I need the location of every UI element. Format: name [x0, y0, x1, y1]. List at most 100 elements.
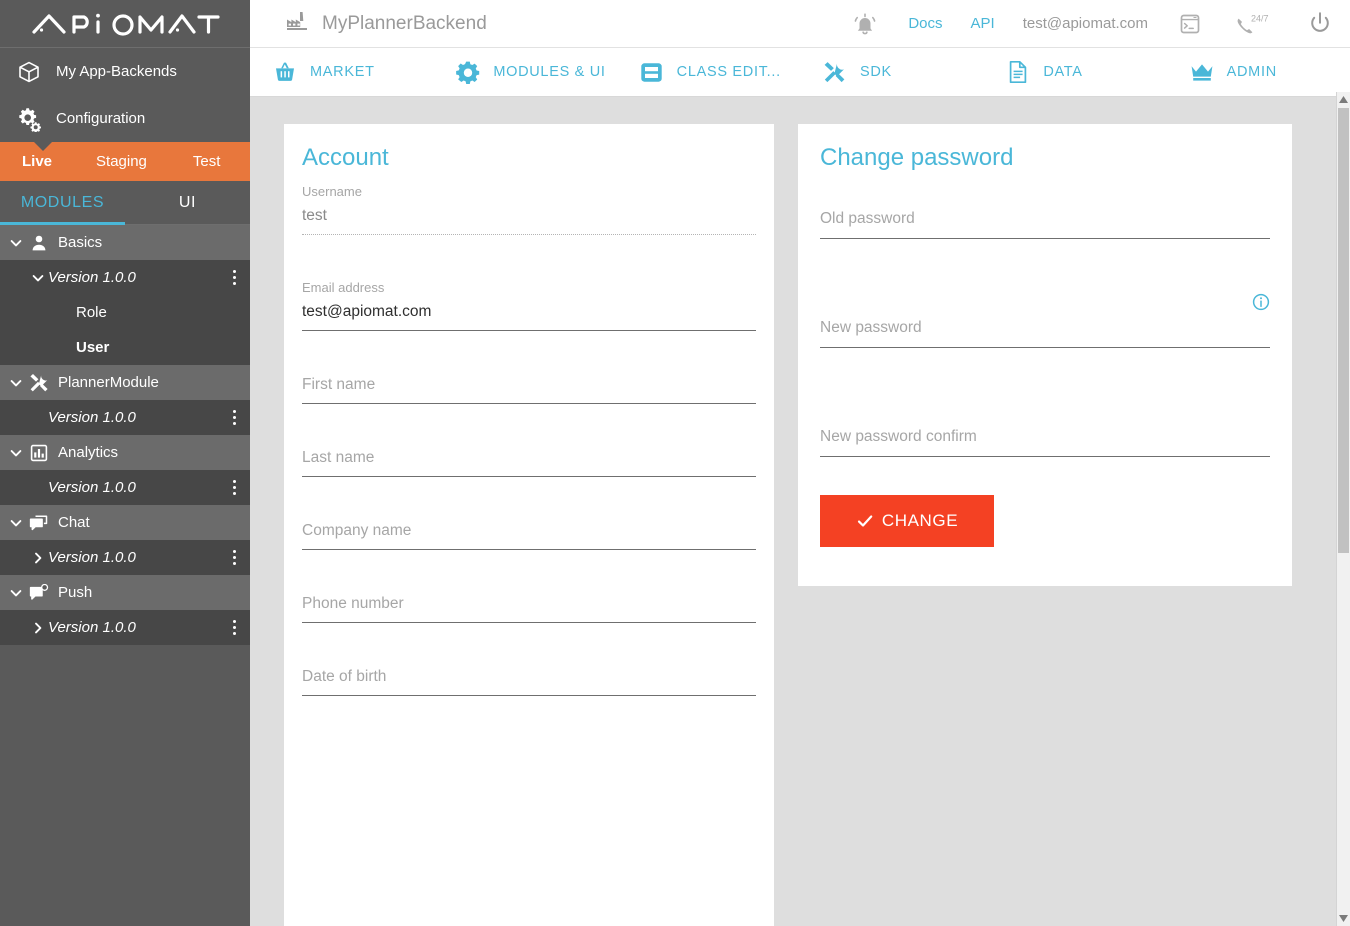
field-underline [302, 403, 756, 404]
sidebar-item-label: My App-Backends [56, 63, 177, 80]
user-email[interactable]: test@apiomat.com [1009, 15, 1162, 32]
row-menu-icon[interactable] [233, 610, 236, 645]
chevron-down-icon[interactable] [6, 583, 26, 603]
api-link[interactable]: API [957, 15, 1009, 32]
nav-item-label: CLASS EDIT... [676, 64, 781, 80]
tree-row-label: Basics [58, 234, 103, 251]
chevron-placeholder [28, 478, 48, 498]
header-actions: Docs API test@apiomat.com 24/7 [836, 10, 1350, 38]
document-icon [1005, 60, 1031, 84]
tree-row-label: User [76, 339, 110, 356]
tree-row[interactable]: Version 1.0.0 [0, 470, 250, 505]
tools-icon [822, 61, 848, 84]
field-underline [302, 476, 756, 477]
env-tab-staging[interactable]: Staging [92, 153, 151, 170]
tree-row[interactable]: PlannerModule [0, 365, 250, 400]
environment-selector: Live Staging Test [0, 142, 250, 181]
caret-down-icon[interactable] [1337, 911, 1350, 926]
password-info-icon[interactable] [1252, 293, 1270, 316]
field-underline [302, 695, 756, 696]
account-field: Phone number [302, 595, 756, 623]
field-underline [820, 238, 1270, 239]
nav-item-sdk[interactable]: SDK [800, 61, 983, 84]
row-menu-icon[interactable] [233, 260, 236, 295]
field-value[interactable]: test@apiomat.com [302, 303, 756, 321]
field-placeholder[interactable]: Date of birth [302, 668, 756, 686]
sidebar-item-configuration[interactable]: Configuration [0, 95, 250, 142]
tree-row-label: Version 1.0.0 [48, 479, 136, 496]
scrollbar-thumb[interactable] [1338, 108, 1349, 553]
nav-item-class-edit[interactable]: CLASS EDIT... [617, 61, 800, 84]
chevron-down-icon[interactable] [6, 443, 26, 463]
tab-modules[interactable]: MODULES [0, 181, 125, 225]
field-placeholder[interactable]: New password confirm [820, 428, 1270, 446]
field-placeholder[interactable]: Old password [820, 210, 1270, 228]
field-placeholder[interactable]: Last name [302, 449, 756, 467]
env-tab-test[interactable]: Test [189, 153, 225, 170]
terminal-icon[interactable] [1162, 12, 1218, 36]
change-password-card: Change password Old password New password… [798, 124, 1292, 586]
tree-row[interactable]: Basics [0, 225, 250, 260]
sidebar-item-my-app-backends[interactable]: My App-Backends [0, 48, 250, 95]
chevron-down-icon[interactable] [6, 233, 26, 253]
tree-row[interactable]: Version 1.0.0 [0, 400, 250, 435]
account-field: Company name [302, 522, 756, 550]
crown-icon [1189, 62, 1215, 82]
chevron-right-icon[interactable] [28, 618, 48, 638]
change-password-button[interactable]: CHANGE [820, 495, 994, 547]
app-backend-title[interactable]: MyPlannerBackend [286, 11, 487, 36]
nav-item-modules-ui[interactable]: MODULES & UI [433, 60, 616, 84]
account-field: Last name [302, 449, 756, 477]
change-password-button-label: CHANGE [881, 511, 959, 530]
env-tab-live[interactable]: Live [18, 153, 56, 170]
tree-row[interactable]: Chat [0, 505, 250, 540]
caret-up-icon[interactable] [1337, 92, 1350, 107]
nav-item-market[interactable]: MARKET [250, 60, 433, 84]
row-menu-icon[interactable] [233, 400, 236, 435]
push-icon [26, 583, 52, 602]
chevron-down-icon[interactable] [28, 268, 48, 288]
module-tree: Basics Version 1.0.0 Role User PlannerModule… [0, 225, 250, 645]
tree-row-label: Version 1.0.0 [48, 619, 136, 636]
field-underline [302, 549, 756, 550]
tree-row[interactable]: Version 1.0.0 [0, 610, 250, 645]
phone-24-7-icon[interactable]: 24/7 [1218, 12, 1290, 36]
nav-item-admin[interactable]: ADMIN [1167, 62, 1350, 82]
sidebar: My App-Backends Configuration Live Stagi… [0, 0, 250, 926]
table-icon [639, 61, 665, 84]
row-menu-icon[interactable] [233, 540, 236, 575]
tree-row[interactable]: Analytics [0, 435, 250, 470]
env-caret-icon [34, 142, 52, 151]
main-navigation: MARKET MODULES & UI CLASS EDIT... SDK DATA AD… [250, 48, 1350, 97]
nav-item-label: SDK [859, 64, 892, 80]
content-area: Account Username test Email address test@ap… [250, 98, 1338, 926]
nav-item-data[interactable]: DATA [983, 60, 1166, 84]
chevron-placeholder [56, 338, 76, 358]
tree-row[interactable]: Version 1.0.0 [0, 540, 250, 575]
field-value: test [302, 207, 327, 224]
field-placeholder[interactable]: Company name [302, 522, 756, 540]
field-placeholder[interactable]: Phone number [302, 595, 756, 613]
change-password-form: Old password New password New password con… [820, 210, 1270, 457]
logo[interactable] [0, 0, 250, 48]
field-placeholder[interactable]: First name [302, 376, 756, 394]
apiomat-logo-icon [32, 13, 220, 36]
chevron-placeholder [28, 408, 48, 428]
tree-row[interactable]: User [0, 330, 250, 365]
row-menu-icon[interactable] [233, 470, 236, 505]
field-placeholder[interactable]: New password [820, 319, 1270, 337]
field-underline [820, 456, 1270, 457]
chevron-down-icon[interactable] [6, 373, 26, 393]
docs-link[interactable]: Docs [894, 15, 956, 32]
power-icon[interactable] [1290, 10, 1350, 38]
tab-ui[interactable]: UI [125, 181, 250, 224]
tree-row[interactable]: Version 1.0.0 [0, 260, 250, 295]
bell-icon[interactable] [836, 11, 894, 37]
chevron-down-icon[interactable] [6, 513, 26, 533]
nav-item-label: MODULES & UI [493, 64, 606, 80]
account-field: Email address test@apiomat.com [302, 280, 756, 331]
tree-row[interactable]: Push [0, 575, 250, 610]
chevron-right-icon[interactable] [28, 548, 48, 568]
tree-row[interactable]: Role [0, 295, 250, 330]
vertical-scrollbar[interactable] [1336, 92, 1350, 926]
